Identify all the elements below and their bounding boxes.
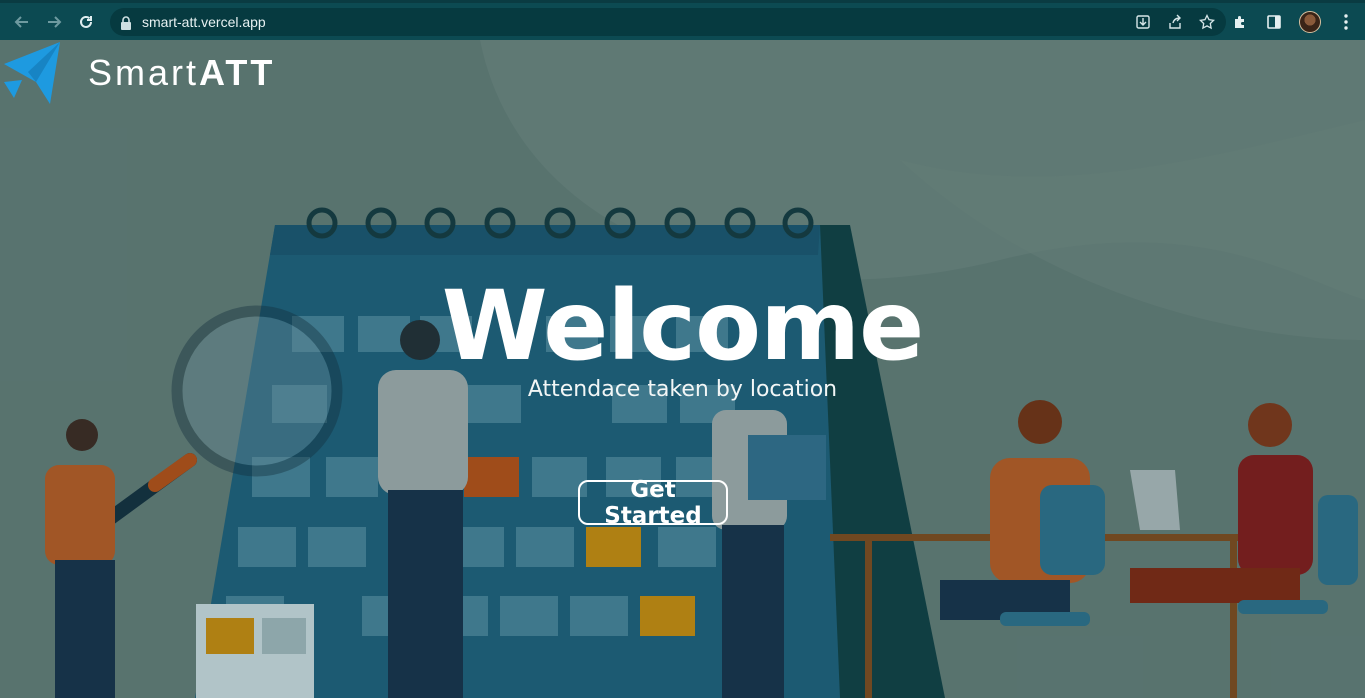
forward-button[interactable] bbox=[38, 3, 70, 40]
avatar[interactable] bbox=[1299, 10, 1321, 33]
brand-name-bold: ATT bbox=[199, 52, 276, 93]
arrow-right-icon bbox=[48, 15, 62, 28]
site-logo[interactable]: SmartATT bbox=[0, 42, 275, 104]
puzzle-icon[interactable] bbox=[1231, 13, 1249, 31]
browser-toolbar: smart-att.vercel.app bbox=[0, 0, 1365, 40]
star-icon[interactable] bbox=[1198, 13, 1216, 31]
back-button[interactable] bbox=[6, 3, 38, 40]
paper-plane-icon bbox=[4, 42, 60, 104]
hero-title: Welcome bbox=[441, 270, 924, 382]
share-icon[interactable] bbox=[1166, 13, 1184, 31]
address-bar[interactable]: smart-att.vercel.app bbox=[110, 8, 1226, 36]
kebab-menu-icon[interactable] bbox=[1337, 13, 1355, 31]
brand-name: SmartATT bbox=[88, 52, 275, 94]
install-icon[interactable] bbox=[1134, 13, 1152, 31]
landing-page: SmartATT Welcome Attendace taken by loca… bbox=[0, 40, 1365, 698]
lock-icon bbox=[120, 15, 132, 30]
reload-button[interactable] bbox=[70, 3, 102, 40]
brand-name-light: Smart bbox=[88, 52, 200, 93]
get-started-button[interactable]: Get Started bbox=[578, 477, 728, 529]
reload-icon bbox=[80, 15, 92, 28]
arrow-left-icon bbox=[14, 15, 28, 28]
hero-subtitle: Attendace taken by location bbox=[527, 377, 838, 402]
side-panel-icon[interactable] bbox=[1265, 13, 1283, 31]
url-text[interactable]: smart-att.vercel.app bbox=[142, 14, 266, 30]
